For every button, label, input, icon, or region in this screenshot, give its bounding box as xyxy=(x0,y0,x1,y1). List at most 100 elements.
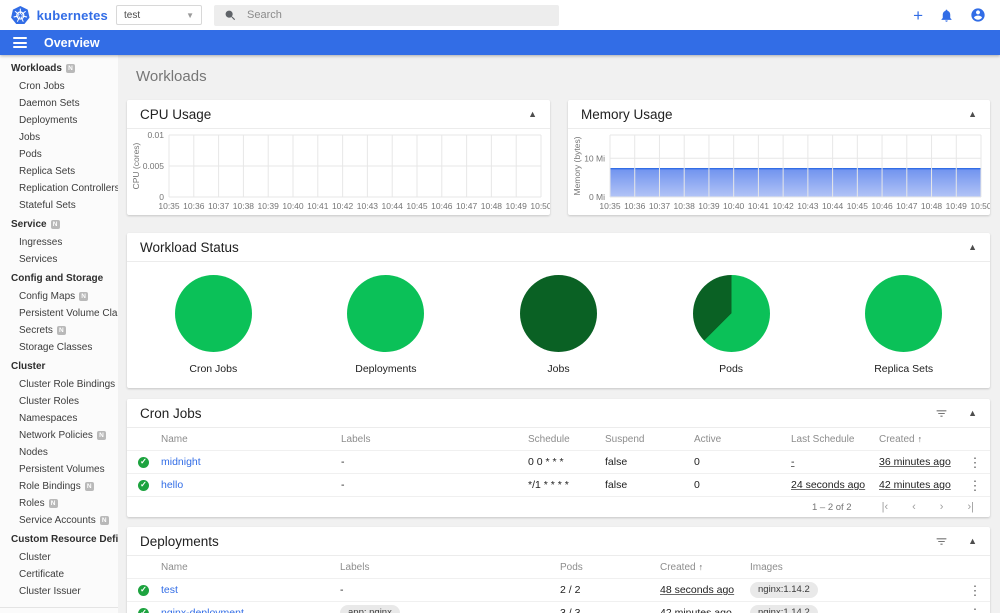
user-account-icon[interactable] xyxy=(970,7,986,23)
previous-page-icon[interactable]: ‹ xyxy=(912,501,916,513)
sidebar-group-cluster[interactable]: Cluster xyxy=(0,356,118,376)
svg-text:0: 0 xyxy=(159,192,164,202)
sidebar-item-replica-sets[interactable]: Replica Sets xyxy=(0,163,118,180)
sidebar-item-stateful-sets[interactable]: Stateful Sets xyxy=(0,197,118,214)
sidebar-group-workloads[interactable]: Workloads N xyxy=(0,58,118,78)
column-header-created[interactable]: Created ↑ xyxy=(879,434,960,445)
filter-icon[interactable] xyxy=(935,407,948,420)
column-header-schedule[interactable]: Schedule xyxy=(528,434,605,445)
collapse-card-icon[interactable]: ▲ xyxy=(968,536,977,546)
column-header-last-schedule[interactable]: Last Schedule xyxy=(791,434,879,445)
row-actions-menu-icon[interactable]: ⋮ xyxy=(960,456,990,469)
sidebar-item-cluster-role-bindings[interactable]: Cluster Role Bindings xyxy=(0,376,118,393)
column-header-created[interactable]: Created ↑ xyxy=(660,562,750,573)
sidebar-item-role-bindings[interactable]: Role Bindings N xyxy=(0,478,118,495)
sidebar-item-namespaces[interactable]: Namespaces xyxy=(0,410,118,427)
deployments-table: Name Labels Pods Created ↑ Images ✓ test - 2 / 2 4… xyxy=(127,556,990,613)
search-input[interactable] xyxy=(247,9,549,21)
sidebar-item-cluster-roles[interactable]: Cluster Roles xyxy=(0,393,118,410)
sidebar-item-persistent-volumes[interactable]: Persistent Volumes xyxy=(0,461,118,478)
namespace-selector[interactable]: test ▼ xyxy=(116,5,202,25)
create-resource-button[interactable]: + xyxy=(913,7,923,24)
collapse-card-icon[interactable]: ▲ xyxy=(968,408,977,418)
namespaced-badge: N xyxy=(50,220,60,229)
sidebar-item-cluster-issuer[interactable]: Cluster Issuer xyxy=(0,583,118,600)
sidebar-item-nodes[interactable]: Nodes xyxy=(0,444,118,461)
row-actions-menu-icon[interactable]: ⋮ xyxy=(960,607,990,613)
collapse-card-icon[interactable]: ▲ xyxy=(528,109,537,119)
collapse-card-icon[interactable]: ▲ xyxy=(968,109,977,119)
first-page-icon[interactable]: |‹ xyxy=(882,501,889,513)
sidebar-item-roles[interactable]: Roles N xyxy=(0,495,118,512)
kubernetes-logo[interactable]: kubernetes xyxy=(0,4,116,27)
sidebar-item-cluster[interactable]: Cluster xyxy=(0,549,118,566)
sidebar-item-service-accounts[interactable]: Service Accounts N xyxy=(0,512,118,529)
cpu-usage-card: CPU Usage ▲ 10:35 10:36 10:37 10:38 10:39 10:… xyxy=(127,100,550,215)
menu-hamburger-icon[interactable] xyxy=(13,37,27,48)
svg-text:10:47: 10:47 xyxy=(456,201,478,211)
cron-jobs-pie-chart[interactable] xyxy=(174,275,252,352)
sidebar-item-jobs[interactable]: Jobs xyxy=(0,129,118,146)
resource-link[interactable]: midnight xyxy=(161,456,201,468)
svg-text:10:42: 10:42 xyxy=(772,201,794,211)
next-page-icon[interactable]: › xyxy=(940,501,944,513)
column-header-pods[interactable]: Pods xyxy=(560,562,660,573)
memory-usage-title: Memory Usage xyxy=(581,106,673,122)
sidebar-item-persistent-volume-claims[interactable]: Persistent Volume ClaimsN xyxy=(0,305,118,322)
row-actions-menu-icon[interactable]: ⋮ xyxy=(960,584,990,597)
svg-text:10:38: 10:38 xyxy=(674,201,696,211)
active-value: 0 xyxy=(694,456,700,468)
svg-text:10:50: 10:50 xyxy=(970,201,990,211)
cron-jobs-card: Cron Jobs ▲ Name Labels Schedule Suspend Act… xyxy=(127,399,990,517)
schedule-value: 0 0 * * * xyxy=(528,456,564,468)
workload-status-cron-jobs: Cron Jobs xyxy=(127,275,300,387)
pods-pie-chart[interactable] xyxy=(692,275,770,352)
sidebar-item-deployments[interactable]: Deployments xyxy=(0,112,118,129)
svg-text:10:43: 10:43 xyxy=(357,201,379,211)
svg-text:10:44: 10:44 xyxy=(382,201,404,211)
column-header-active[interactable]: Active xyxy=(694,434,791,445)
column-header-name[interactable]: Name xyxy=(161,434,341,445)
column-header-name[interactable]: Name xyxy=(161,562,340,573)
sidebar-group-config-and-storage[interactable]: Config and Storage xyxy=(0,268,118,288)
column-header-suspend[interactable]: Suspend xyxy=(605,434,694,445)
table-row: ✓ hello - */1 * * * * false 0 24 seconds ago 42… xyxy=(127,473,990,496)
cron-jobs-table: Name Labels Schedule Suspend Active Last Sche… xyxy=(127,428,990,496)
column-header-labels[interactable]: Labels xyxy=(341,434,528,445)
column-header-images[interactable]: Images xyxy=(750,562,960,573)
sidebar-item-replication-controllers[interactable]: Replication Controllers xyxy=(0,180,118,197)
sidebar-item-daemon-sets[interactable]: Daemon Sets xyxy=(0,95,118,112)
filter-icon[interactable] xyxy=(935,535,948,548)
sidebar-item-config-maps[interactable]: Config Maps N xyxy=(0,288,118,305)
main-content: Workloads CPU Usage ▲ 10:35 10:36 10:37 10:… xyxy=(118,55,1000,613)
svg-text:10:46: 10:46 xyxy=(871,201,893,211)
sidebar-item-secrets[interactable]: Secrets N xyxy=(0,322,118,339)
svg-text:10:40: 10:40 xyxy=(723,201,745,211)
svg-text:10:49: 10:49 xyxy=(946,201,968,211)
search-bar[interactable] xyxy=(214,4,559,26)
sidebar-item-pods[interactable]: Pods xyxy=(0,146,118,163)
jobs-pie-chart[interactable] xyxy=(519,275,597,352)
svg-text:10:45: 10:45 xyxy=(406,201,428,211)
sidebar-item-certificate[interactable]: Certificate xyxy=(0,566,118,583)
replica-sets-pie-chart[interactable] xyxy=(865,275,943,352)
collapse-card-icon[interactable]: ▲ xyxy=(968,242,977,252)
svg-text:Memory (bytes): Memory (bytes) xyxy=(572,136,582,195)
sidebar-group-custom-resource-definitions[interactable]: Custom Resource Definitions xyxy=(0,529,118,549)
column-header-labels[interactable]: Labels xyxy=(340,562,560,573)
deployments-pie-chart[interactable] xyxy=(347,275,425,352)
resource-link[interactable]: test xyxy=(161,584,178,596)
sidebar-item-network-policies[interactable]: Network Policies N xyxy=(0,427,118,444)
sidebar-group-service[interactable]: Service N xyxy=(0,214,118,234)
resource-link[interactable]: hello xyxy=(161,479,183,491)
sidebar-item-storage-classes[interactable]: Storage Classes xyxy=(0,339,118,356)
notifications-bell-icon[interactable] xyxy=(939,8,954,23)
svg-text:10:41: 10:41 xyxy=(307,201,329,211)
labels-value: - xyxy=(340,584,344,596)
sidebar-item-services[interactable]: Services xyxy=(0,251,118,268)
row-actions-menu-icon[interactable]: ⋮ xyxy=(960,479,990,492)
last-page-icon[interactable]: ›| xyxy=(967,501,974,513)
resource-link[interactable]: nginx-deployment xyxy=(161,607,244,613)
sidebar-item-ingresses[interactable]: Ingresses xyxy=(0,234,118,251)
sidebar-item-cron-jobs[interactable]: Cron Jobs xyxy=(0,78,118,95)
